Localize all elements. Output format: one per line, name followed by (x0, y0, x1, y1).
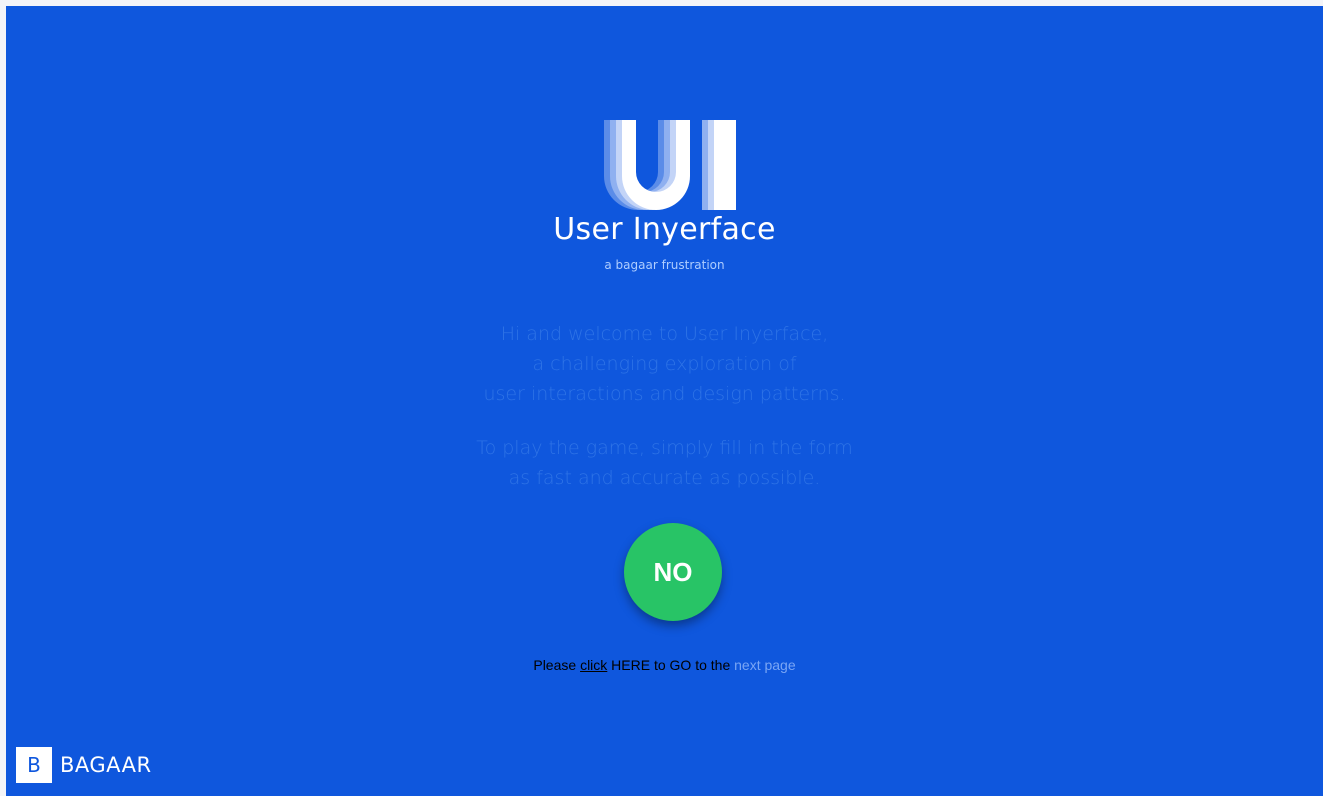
bagaar-logo-icon: B (16, 747, 52, 783)
next-page-instruction: Please click HERE to GO to the next page (6, 657, 1323, 673)
next-prefix: Please (533, 657, 581, 673)
intro-text: Hi and welcome to User Inyerface, a chal… (6, 319, 1323, 493)
no-button[interactable]: NO (624, 523, 722, 621)
intro-line: a challenging exploration of (532, 353, 797, 375)
intro-line: user interactions and design patterns. (483, 383, 846, 405)
intro-paragraph-1: Hi and welcome to User Inyerface, a chal… (6, 319, 1323, 409)
next-page-text: next page (734, 657, 796, 673)
intro-paragraph-2: To play the game, simply fill in the for… (6, 433, 1323, 493)
intro-line: Hi and welcome to User Inyerface, (500, 323, 829, 345)
tagline: a bagaar frustration (604, 258, 725, 272)
ui-logo-icon (604, 120, 736, 210)
page-background: User Inyerface a bagaar frustration Hi a… (6, 6, 1323, 796)
next-middle: HERE to GO to the (607, 657, 735, 673)
intro-line: To play the game, simply fill in the for… (476, 437, 853, 459)
click-link[interactable]: click (580, 657, 607, 673)
app-title: User Inyerface (553, 212, 776, 247)
intro-line: as fast and accurate as possible. (508, 467, 821, 489)
bagaar-brand[interactable]: B BAGAAR (16, 747, 152, 783)
brand-name: BAGAAR (60, 753, 152, 777)
